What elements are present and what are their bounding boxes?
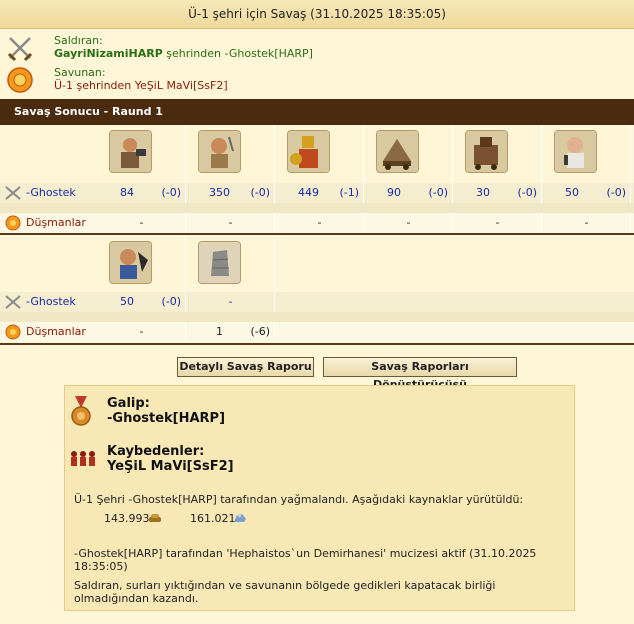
swordsman-icon[interactable]	[198, 130, 241, 173]
unit-row-2	[0, 236, 634, 293]
unit-count-cell: -	[364, 213, 453, 233]
wall-text: Saldıran, surları yıktığından ve savunan…	[74, 579, 496, 605]
winner-name[interactable]: -Ghostek[HARP]	[107, 411, 225, 426]
wall-icon[interactable]	[198, 241, 241, 284]
wood-icon	[149, 514, 161, 522]
shield-icon	[5, 324, 21, 340]
resource-wood-value: 143.993	[104, 512, 150, 525]
unit-count-cell: 30 (-0)	[453, 183, 542, 203]
group-divider	[0, 233, 634, 235]
crossed-swords-icon	[5, 295, 21, 309]
unit-count-cell: -	[97, 322, 186, 342]
loser-name[interactable]: YeŞiL MaVi[SsF2]	[107, 459, 234, 474]
attacker-mid-text: şehrinden	[162, 47, 225, 60]
attacker-row-2: -Ghostek 50 (-0) -	[0, 292, 634, 312]
attacker-label: Saldıran:	[54, 34, 103, 47]
defender-row-1: Düşmanlar - - - - - -	[0, 213, 634, 233]
unit-count-cell: 50 (-0)	[97, 292, 186, 312]
unit-count-cell: 350 (-0)	[186, 183, 275, 203]
spartan-icon[interactable]	[287, 130, 330, 173]
unit-count-cell: 449 (-1)	[275, 183, 364, 203]
wonder-text: -Ghostek[HARP] tarafından 'Hephaistos`un…	[74, 547, 537, 573]
unit-count-cell: -	[275, 213, 364, 233]
attacker-city-link[interactable]: -Ghostek[HARP]	[225, 47, 313, 60]
unit-cell	[97, 236, 186, 293]
report-converter-button[interactable]: Savaş Raporları Dönüştürücüsü	[323, 357, 517, 391]
attacker-row-1: -Ghostek 84 (-0) 350 (-0) 449 (-1) 90 (-0) 3…	[0, 183, 634, 203]
crossed-swords-icon	[5, 186, 21, 200]
medal-icon	[71, 396, 91, 426]
unit-cell	[275, 125, 364, 182]
unit-count-cell: -	[542, 213, 631, 233]
cook-icon[interactable]	[109, 241, 152, 284]
hoplite-icon[interactable]	[109, 130, 152, 173]
defender-name-label: Düşmanlar	[26, 325, 86, 338]
attacker-info: Saldıran: GayriNizamiHARP şehrinden -Gho…	[0, 34, 634, 64]
attacker-name-label[interactable]: -Ghostek	[26, 183, 76, 203]
fallen-soldiers-icon	[71, 451, 95, 466]
shield-icon	[5, 215, 21, 231]
unit-cell	[364, 125, 453, 182]
row-spacer	[0, 312, 634, 322]
loser-label: Kaybedenler:	[107, 444, 205, 459]
unit-count-cell: 84 (-0)	[97, 183, 186, 203]
unit-count-cell: -	[186, 292, 275, 312]
defender-row-2: Düşmanlar - 1 (-6)	[0, 322, 634, 342]
unit-cell	[97, 125, 186, 182]
slinger-icon[interactable]	[554, 130, 597, 173]
shield-icon	[7, 67, 33, 93]
crossed-swords-icon	[7, 37, 33, 62]
unit-count-cell: -	[97, 213, 186, 233]
row-spacer	[0, 203, 634, 213]
ram-icon[interactable]	[376, 130, 419, 173]
unit-count-cell: 1 (-6)	[186, 322, 275, 342]
winner-label: Galip:	[107, 396, 150, 411]
unit-count-cell: 90 (-0)	[364, 183, 453, 203]
unit-cell	[453, 125, 542, 182]
section-title: Savaş Sonucu - Raund 1	[0, 99, 634, 125]
unit-count-cell: -	[453, 213, 542, 233]
attacker-player-link[interactable]: GayriNizamiHARP	[54, 47, 163, 60]
catapult-icon[interactable]	[465, 130, 508, 173]
stone-icon	[234, 514, 246, 522]
unit-count-cell: 50 (-0)	[542, 183, 631, 203]
plunder-text: Ü-1 Şehri -Ghostek[HARP] tarafından yağm…	[74, 493, 524, 506]
detailed-report-button[interactable]: Detaylı Savaş Raporu	[177, 357, 314, 377]
unit-cell	[186, 236, 275, 293]
unit-row-1	[0, 125, 634, 182]
defender-name-label: Düşmanlar	[26, 216, 86, 229]
unit-count-cell: -	[186, 213, 275, 233]
result-panel: Galip: -Ghostek[HARP] Kaybedenler: YeŞiL…	[64, 385, 575, 611]
defender-info: Savunan: Ü-1 şehrinden YeŞiL MaVi[SsF2]	[0, 66, 634, 96]
group-divider	[0, 343, 634, 345]
defender-text[interactable]: Ü-1 şehrinden YeŞiL MaVi[SsF2]	[54, 79, 228, 92]
defender-label: Savunan:	[54, 66, 106, 79]
attacker-name-label[interactable]: -Ghostek	[26, 292, 76, 312]
unit-cell	[186, 125, 275, 182]
unit-cell	[542, 125, 631, 182]
window-title: Ü-1 şehri için Savaş (31.10.2025 18:35:0…	[0, 0, 634, 29]
resource-stone-value: 161.021	[190, 512, 236, 525]
